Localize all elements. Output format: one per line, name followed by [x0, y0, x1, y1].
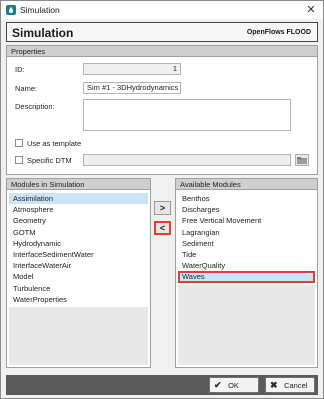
ok-button[interactable]: ✔ OK — [209, 377, 259, 393]
modules-in-simulation-list: Assimilation Atmosphere Geometry GOTM Hy… — [9, 193, 148, 305]
close-icon[interactable]: ✕ — [304, 3, 318, 17]
list-item[interactable]: Lagrangian — [178, 227, 315, 238]
page-title: Simulation — [12, 26, 74, 40]
name-field[interactable]: Sim #1 - 3DHydrodynamics - — [83, 82, 181, 94]
description-field[interactable] — [83, 99, 291, 131]
list-item[interactable]: Hydrodynamic — [9, 238, 148, 249]
available-modules-list: Benthos Discharges Free Vertical Movemen… — [178, 193, 315, 283]
list-empty-area — [9, 307, 148, 365]
list-item[interactable]: Geometry — [9, 215, 148, 226]
list-item[interactable]: InterfaceWaterAir — [9, 260, 148, 271]
list-item[interactable]: Turbulence — [9, 283, 148, 294]
list-item[interactable]: WaterQuality — [178, 260, 315, 271]
available-modules-panel: Available Modules Benthos Discharges Fre… — [175, 178, 318, 368]
modules-in-simulation-panel: Modules in Simulation Assimilation Atmos… — [6, 178, 151, 368]
ok-label: OK — [228, 381, 239, 390]
list-item[interactable]: Model — [9, 271, 148, 282]
dtm-path-field — [83, 154, 291, 166]
list-item[interactable]: WaterProperties — [9, 294, 148, 305]
use-as-template-label: Use as template — [27, 139, 82, 148]
use-as-template-checkbox[interactable] — [15, 139, 23, 147]
list-item[interactable]: Waves — [178, 271, 315, 283]
description-label: Description: — [15, 102, 55, 111]
list-item[interactable]: InterfaceSedimentWater — [9, 249, 148, 260]
list-empty-area — [178, 285, 315, 365]
specific-dtm-label: Specific DTM — [27, 156, 72, 165]
browse-dtm-button[interactable] — [295, 154, 309, 166]
id-field: 1 — [83, 63, 181, 75]
remove-module-button[interactable]: < — [154, 221, 171, 235]
dialog-header: Simulation OpenFlows FLOOD — [6, 22, 318, 42]
properties-heading: Properties — [7, 46, 317, 57]
specific-dtm-checkbox[interactable] — [15, 156, 23, 164]
list-item[interactable]: Sediment — [178, 238, 315, 249]
folder-icon — [297, 157, 307, 164]
modules-in-simulation-heading: Modules in Simulation — [7, 179, 150, 190]
brand-label: OpenFlows FLOOD — [246, 29, 311, 36]
id-label: ID: — [15, 65, 25, 74]
name-label: Name: — [15, 84, 38, 93]
window-title: Simulation — [20, 5, 60, 15]
x-icon: ✖ — [270, 380, 278, 390]
droplet-icon — [6, 5, 16, 15]
cancel-label: Cancel — [284, 381, 308, 390]
available-modules-heading: Available Modules — [176, 179, 317, 190]
simulation-dialog: Simulation ✕ Simulation OpenFlows FLOOD … — [0, 0, 324, 399]
list-item[interactable]: GOTM — [9, 227, 148, 238]
list-item[interactable]: Benthos — [178, 193, 315, 204]
list-item[interactable]: Tide — [178, 249, 315, 260]
list-item[interactable]: Assimilation — [9, 193, 148, 205]
checkmark-icon: ✔ — [214, 380, 222, 390]
list-item[interactable]: Free Vertical Movement — [178, 215, 315, 226]
add-module-button[interactable]: > — [154, 201, 171, 215]
title-bar: Simulation ✕ — [1, 1, 323, 19]
list-item[interactable]: Atmosphere — [9, 204, 148, 215]
list-item[interactable]: Discharges — [178, 204, 315, 215]
properties-panel: Properties ID: 1 Name: Sim #1 - 3DHydrod… — [6, 45, 318, 175]
dialog-footer: ✔ OK ✖ Cancel — [6, 375, 318, 395]
cancel-button[interactable]: ✖ Cancel — [265, 377, 315, 393]
